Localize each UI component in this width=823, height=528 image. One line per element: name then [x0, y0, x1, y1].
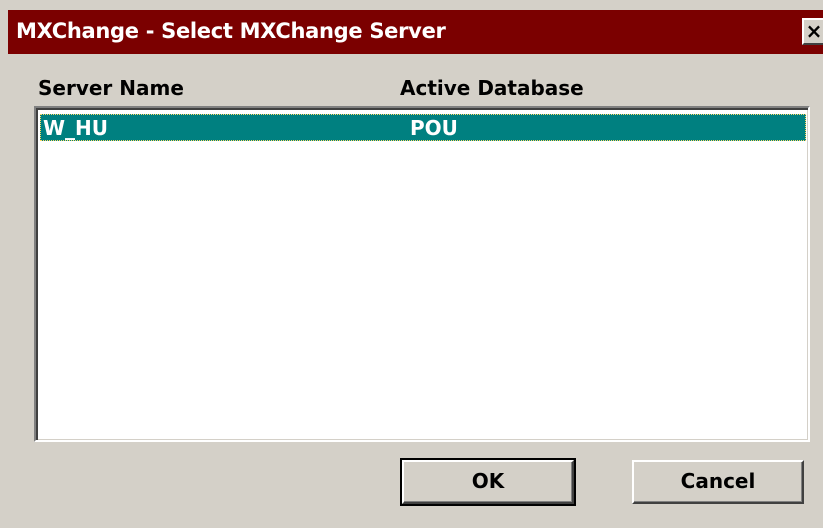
close-icon: ×: [805, 19, 823, 43]
ok-button[interactable]: OK: [400, 458, 576, 506]
column-header-active-database[interactable]: Active Database: [400, 76, 584, 100]
server-select-dialog: MXChange - Select MXChange Server × Serv…: [0, 0, 823, 528]
dialog-title: MXChange - Select MXChange Server: [16, 19, 446, 43]
title-bar[interactable]: MXChange - Select MXChange Server ×: [8, 10, 823, 54]
cancel-button[interactable]: Cancel: [632, 460, 804, 504]
close-button[interactable]: ×: [802, 18, 823, 45]
column-header-server-name[interactable]: Server Name: [38, 76, 184, 100]
server-list[interactable]: W_HU POU: [34, 106, 810, 442]
list-item-selected[interactable]: W_HU POU: [40, 114, 806, 141]
server-name-cell: W_HU: [43, 116, 109, 140]
active-database-cell: POU: [410, 116, 458, 140]
